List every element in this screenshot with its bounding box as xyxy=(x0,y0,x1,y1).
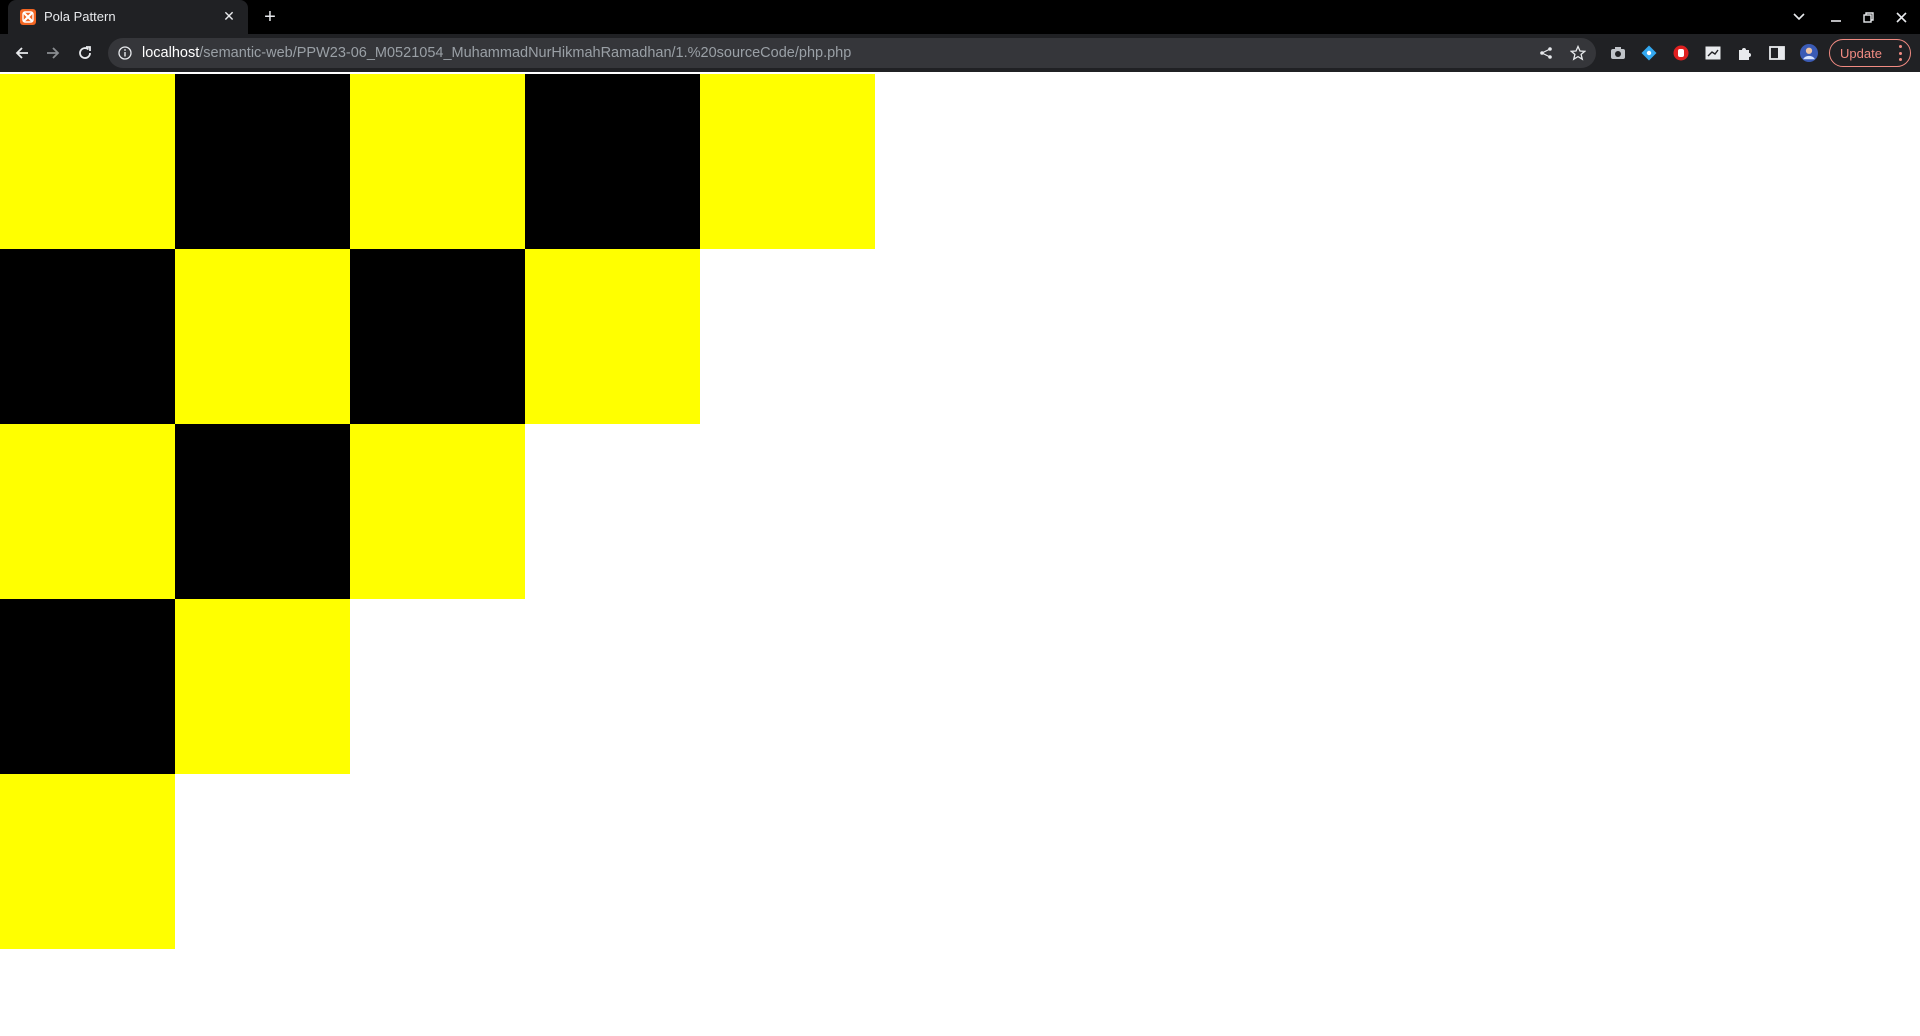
minimize-icon[interactable] xyxy=(1821,0,1851,34)
pattern-page xyxy=(0,74,1920,1036)
more-menu-icon[interactable] xyxy=(1898,45,1902,61)
update-button[interactable]: Update xyxy=(1829,39,1911,67)
reader-extension-icon[interactable] xyxy=(1704,44,1722,62)
forward-icon[interactable] xyxy=(41,41,65,65)
pattern-cell-black xyxy=(0,249,175,424)
diamond-extension-icon[interactable] xyxy=(1640,44,1658,62)
tab-search-icon[interactable] xyxy=(1784,0,1814,34)
extensions-puzzle-icon[interactable] xyxy=(1736,44,1754,62)
pattern-cell-yellow xyxy=(350,424,525,599)
pattern-cell-yellow xyxy=(0,74,175,249)
pattern-cell-black xyxy=(175,424,350,599)
address-bar[interactable]: localhost/semantic-web/PPW23-06_M0521054… xyxy=(108,38,1596,68)
side-panel-icon[interactable] xyxy=(1768,44,1786,62)
pattern-cell-yellow xyxy=(700,74,875,249)
bookmark-star-icon[interactable] xyxy=(1569,44,1587,62)
tab-pola-pattern[interactable]: Pola Pattern ✕ xyxy=(8,0,248,34)
restore-icon[interactable] xyxy=(1853,0,1883,34)
xampp-icon xyxy=(20,9,36,25)
info-icon[interactable] xyxy=(118,46,132,60)
new-tab-button[interactable]: + xyxy=(258,5,282,29)
close-window-icon[interactable] xyxy=(1886,0,1916,34)
url-host: localhost xyxy=(142,45,200,61)
profile-avatar[interactable] xyxy=(1800,44,1818,62)
camera-extension-icon[interactable] xyxy=(1609,44,1627,62)
pattern-cell-black xyxy=(175,74,350,249)
tab-title: Pola Pattern xyxy=(44,9,116,24)
pattern-cell-yellow xyxy=(0,424,175,599)
close-icon[interactable]: ✕ xyxy=(220,7,238,25)
reload-icon[interactable] xyxy=(73,41,97,65)
pattern-cell-yellow xyxy=(175,599,350,774)
share-icon[interactable] xyxy=(1537,44,1555,62)
back-icon[interactable] xyxy=(10,41,34,65)
pattern-cell-yellow xyxy=(0,774,175,949)
red-hand-extension-icon[interactable] xyxy=(1672,44,1690,62)
update-button-label: Update xyxy=(1840,46,1882,61)
pattern-cell-black xyxy=(525,74,700,249)
pattern-cell-black xyxy=(0,599,175,774)
pattern-cell-yellow xyxy=(525,249,700,424)
url-text: localhost/semantic-web/PPW23-06_M0521054… xyxy=(142,45,851,61)
url-path: /semantic-web/PPW23-06_M0521054_Muhammad… xyxy=(199,45,852,61)
tab-strip: Pola Pattern ✕ + xyxy=(0,0,1920,34)
pattern-cell-black xyxy=(350,249,525,424)
browser-toolbar: localhost/semantic-web/PPW23-06_M0521054… xyxy=(0,34,1920,72)
pattern-cell-yellow xyxy=(175,249,350,424)
pattern-cell-yellow xyxy=(350,74,525,249)
